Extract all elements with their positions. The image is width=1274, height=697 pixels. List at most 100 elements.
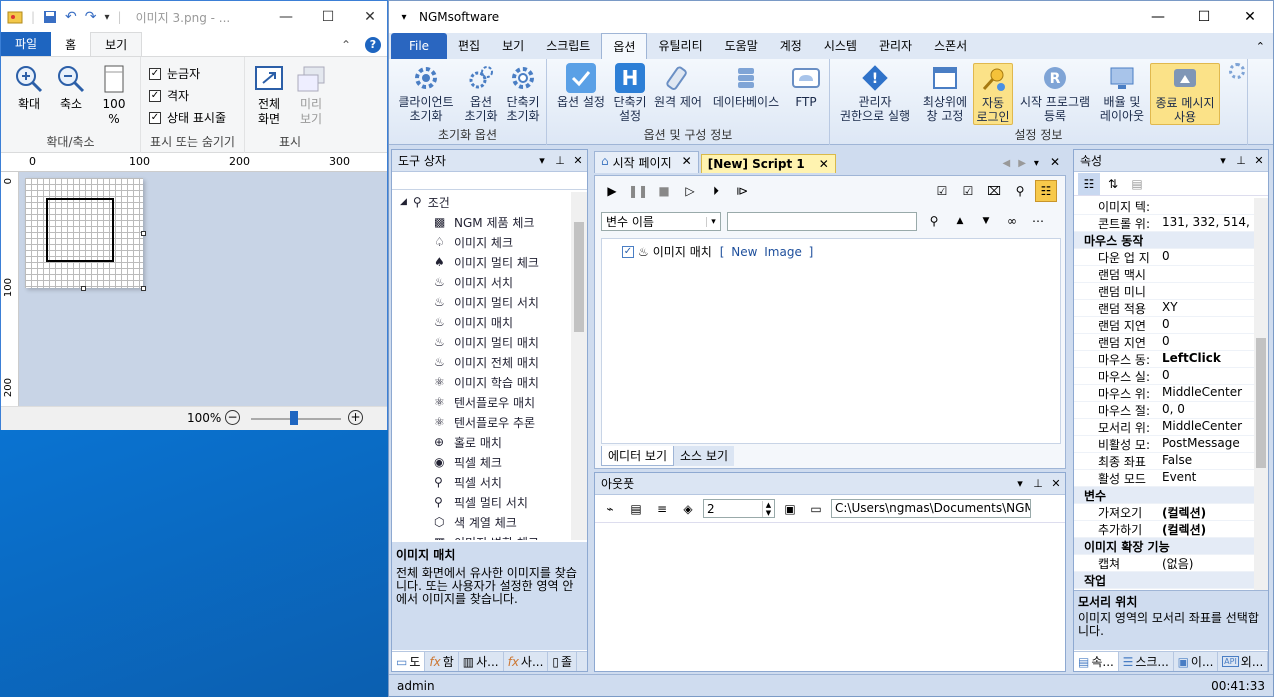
- property-value[interactable]: 0, 0: [1158, 402, 1254, 418]
- tab-start-page[interactable]: ⌂ 시작 페이지 ✕: [594, 151, 699, 173]
- property-value[interactable]: PostMessage: [1158, 436, 1254, 452]
- search-icon[interactable]: ⚲: [923, 210, 945, 232]
- image-canvas[interactable]: [25, 178, 143, 288]
- tab-view[interactable]: 보기: [90, 32, 143, 56]
- resize-handle[interactable]: [81, 286, 86, 291]
- menu-file[interactable]: File: [391, 33, 447, 59]
- pin-icon[interactable]: ⊥: [1029, 477, 1047, 490]
- minimize-button[interactable]: —: [1135, 9, 1181, 25]
- tab-user[interactable]: ▥ 사...: [459, 652, 504, 671]
- tab-user-functions[interactable]: fx 사...: [504, 652, 549, 671]
- grid-checkbox[interactable]: ✓ 격자: [149, 87, 189, 104]
- toolbox-item[interactable]: ♨ 이미지 멀티 매치: [434, 332, 539, 352]
- menu-script[interactable]: 스크립트: [535, 33, 601, 59]
- scroll-right-icon[interactable]: ▶: [1015, 158, 1029, 173]
- step-icon[interactable]: ▷: [679, 180, 701, 202]
- dropdown-icon[interactable]: ▾: [1031, 158, 1042, 173]
- close-icon[interactable]: ✕: [819, 157, 829, 171]
- clean-icon[interactable]: ⌁: [599, 498, 621, 520]
- move-up-icon[interactable]: ▲: [949, 210, 971, 232]
- zoom-out-button[interactable]: 축소: [53, 63, 89, 112]
- delete-icon[interactable]: ⌧: [983, 180, 1005, 202]
- property-category[interactable]: 마우스 동작: [1074, 232, 1254, 249]
- property-category[interactable]: 작업: [1074, 572, 1254, 589]
- menu-help[interactable]: 도움말: [714, 33, 769, 59]
- document-settings-icon[interactable]: ▤: [625, 498, 647, 520]
- log-level-stepper[interactable]: 2 ▲ ▼: [703, 499, 775, 518]
- ruler-checkbox[interactable]: ✓ 눈금자: [149, 65, 200, 82]
- infinity-icon[interactable]: ∞: [1001, 210, 1023, 232]
- categorized-icon[interactable]: ☷: [1078, 172, 1100, 195]
- menu-edit[interactable]: 편집: [447, 33, 491, 59]
- zoom-100-button[interactable]: 100 %: [96, 63, 132, 127]
- toolbox-item[interactable]: ◉ 픽셀 체크: [434, 452, 502, 472]
- property-row[interactable]: 콘트롤 위: 131, 332, 514, 581: [1074, 215, 1254, 232]
- toolbox-item[interactable]: ⚛ 텐서플로우 추론: [434, 412, 535, 432]
- toolbox-item[interactable]: ♨ 이미지 매치: [434, 312, 513, 332]
- property-value[interactable]: MiddleCenter: [1158, 385, 1254, 401]
- property-value[interactable]: Event: [1158, 470, 1254, 486]
- dropdown-icon[interactable]: ▾: [1011, 477, 1029, 490]
- property-row[interactable]: 추가하기 (컬렉션): [1074, 521, 1254, 538]
- hotkey-settings-button[interactable]: H 단축키 설정: [611, 63, 649, 123]
- tab-source-view[interactable]: 소스 보기: [674, 446, 734, 466]
- option-reset-button[interactable]: 옵션 초기화: [461, 63, 501, 123]
- tab-properties[interactable]: ▤ 속...: [1074, 652, 1119, 671]
- move-down-icon[interactable]: ▼: [975, 210, 997, 232]
- toolbox-scrollbar[interactable]: [571, 192, 587, 540]
- always-on-top-button[interactable]: 최상위에 창 고정: [918, 63, 972, 123]
- menu-admin[interactable]: 관리자: [868, 33, 923, 59]
- list-icon[interactable]: ≡: [651, 498, 673, 520]
- property-row[interactable]: 랜덤 지연 0: [1074, 334, 1254, 351]
- undo-icon[interactable]: ↶: [65, 9, 77, 25]
- resize-handle[interactable]: [141, 231, 146, 236]
- property-category[interactable]: 이미지 확장 기능: [1074, 538, 1254, 555]
- sort-alpha-icon[interactable]: ⇅: [1102, 173, 1124, 195]
- step-over-icon[interactable]: ⧐: [731, 180, 753, 202]
- toolbox-item[interactable]: ⬡ 색 계열 체크: [434, 512, 517, 532]
- exit-message-button[interactable]: 종료 메시지 사용: [1150, 63, 1220, 125]
- variable-select[interactable]: 변수 이름 ▾: [601, 212, 721, 231]
- remote-control-button[interactable]: 원격 제어: [651, 63, 705, 109]
- tab-functions[interactable]: fx 함: [425, 652, 459, 671]
- property-row[interactable]: 비활성 모: PostMessage: [1074, 436, 1254, 453]
- property-row[interactable]: 이미지 텍:: [1074, 198, 1254, 215]
- tab-home[interactable]: 홈: [51, 33, 90, 56]
- step-into-icon[interactable]: ⏵: [705, 180, 727, 202]
- close-icon[interactable]: ✕: [1250, 154, 1268, 167]
- property-row[interactable]: 랜덤 맥시: [1074, 266, 1254, 283]
- property-row[interactable]: 최종 좌표 False: [1074, 453, 1254, 470]
- stepper-arrows-icon[interactable]: ▲ ▼: [762, 500, 774, 517]
- property-value[interactable]: XY: [1158, 300, 1254, 316]
- property-value[interactable]: 131, 332, 514, 581: [1158, 215, 1254, 231]
- hotkey-reset-button[interactable]: 단축키 초기화: [503, 63, 543, 123]
- save-icon[interactable]: [43, 10, 57, 24]
- client-reset-button[interactable]: 클라이언트 초기화: [395, 63, 457, 123]
- system-menu-icon[interactable]: ▾: [389, 12, 419, 23]
- thumbnail-button[interactable]: 미리 보기: [293, 63, 329, 127]
- startup-register-button[interactable]: R 시작 프로그램 등록: [1016, 63, 1094, 123]
- property-row[interactable]: 다운 업 지 0: [1074, 249, 1254, 266]
- property-value[interactable]: 0: [1158, 334, 1254, 350]
- check-icon[interactable]: ☑: [957, 180, 979, 202]
- property-row[interactable]: 마우스 실: 0: [1074, 368, 1254, 385]
- menu-view[interactable]: 보기: [491, 33, 535, 59]
- collapse-ribbon-icon[interactable]: ⌃: [1248, 40, 1273, 59]
- more-icon[interactable]: ⋯: [1027, 210, 1049, 232]
- toolbox-item[interactable]: ⚛ 텐서플로우 매치: [434, 392, 535, 412]
- tab-file[interactable]: 파일: [1, 32, 52, 56]
- auto-login-button[interactable]: 자동 로그인: [973, 63, 1013, 125]
- property-row[interactable]: 마우스 절: 0, 0: [1074, 402, 1254, 419]
- collapse-ribbon-icon[interactable]: ⌃: [333, 38, 359, 56]
- toolbox-item[interactable]: ♨ 이미지 서치: [434, 272, 513, 292]
- property-row[interactable]: 활성 모드 Event: [1074, 470, 1254, 487]
- pin-icon[interactable]: ⊥: [1232, 154, 1250, 167]
- toolbox-item[interactable]: ♤ 이미지 체크: [434, 232, 513, 252]
- property-row[interactable]: 모서리 위: MiddleCenter: [1074, 419, 1254, 436]
- toolbox-item[interactable]: ⚛ 이미지 학습 매치: [434, 372, 539, 392]
- property-value[interactable]: (없음): [1158, 555, 1254, 571]
- property-value[interactable]: [1158, 198, 1254, 214]
- tab-script[interactable]: [New] Script 1 ✕: [700, 154, 836, 173]
- toolbox-item[interactable]: ⊕ 홀로 매치: [434, 432, 502, 452]
- option-settings-button[interactable]: 옵션 설정: [553, 63, 609, 109]
